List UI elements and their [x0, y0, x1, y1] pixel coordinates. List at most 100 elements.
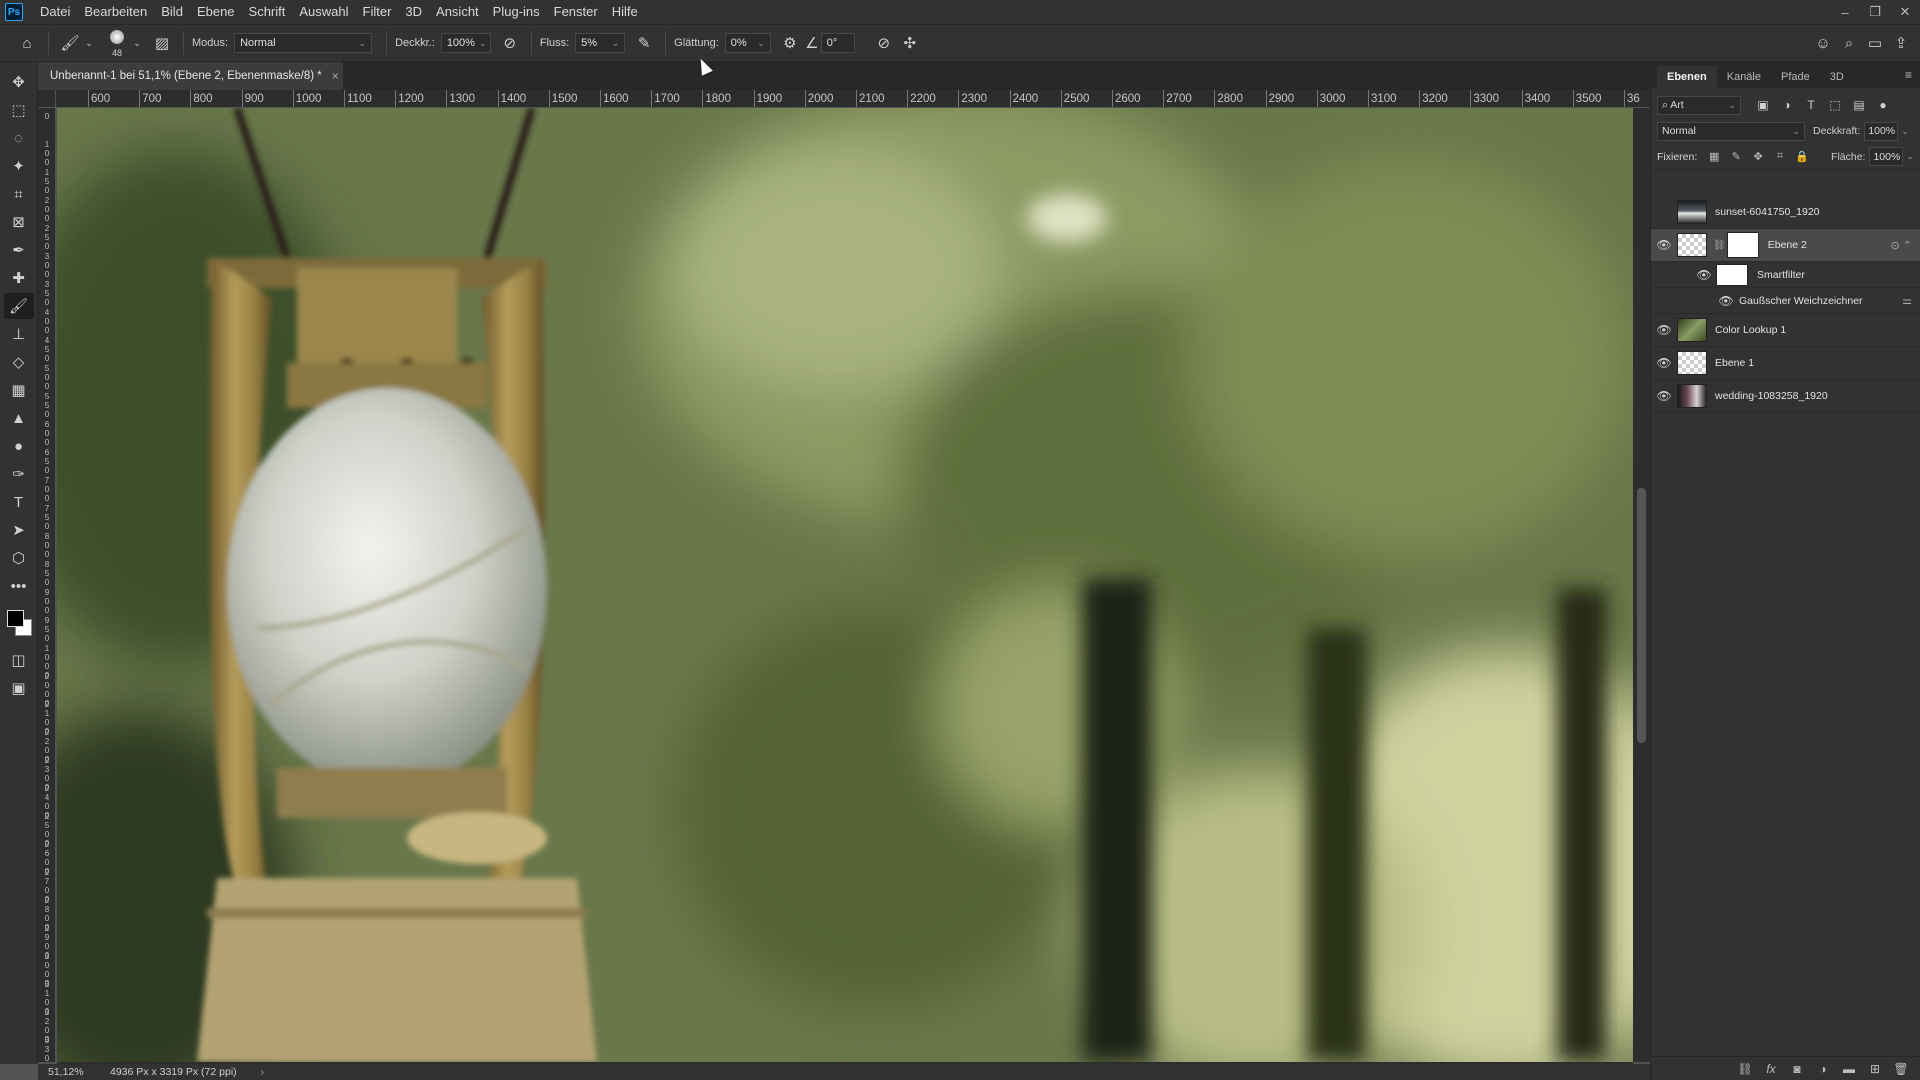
- vertical-scrollbar[interactable]: [1633, 108, 1650, 1062]
- eyedropper-tool-icon[interactable]: ✒: [4, 237, 34, 263]
- gradient-tool-icon[interactable]: ▦: [4, 377, 34, 403]
- menu-bearbeiten[interactable]: Bearbeiten: [77, 0, 154, 24]
- lock-pixels-icon[interactable]: ✎: [1725, 150, 1747, 163]
- layer-mask-thumbnail[interactable]: [1726, 232, 1759, 258]
- opacity-field[interactable]: 100% ⌄: [440, 33, 491, 53]
- pixel-filter-icon[interactable]: ▣: [1751, 98, 1775, 112]
- new-layer-icon[interactable]: ⊞: [1862, 1062, 1888, 1076]
- layer-color-lookup[interactable]: 👁 Color Lookup 1: [1651, 314, 1920, 347]
- type-tool-icon[interactable]: T: [4, 489, 34, 515]
- chevron-down-icon[interactable]: ⌄: [83, 30, 95, 56]
- document-tab[interactable]: Unbenannt-1 bei 51,1% (Ebene 2, Ebenenma…: [38, 62, 343, 90]
- chevron-down-icon[interactable]: ⌄: [1906, 151, 1914, 162]
- mode-dropdown[interactable]: Normal ⌄: [234, 33, 373, 53]
- airbrush-icon[interactable]: ✎: [631, 30, 657, 56]
- eye-icon[interactable]: 👁: [1691, 268, 1717, 282]
- smart-filter-mask-thumbnail[interactable]: [1716, 263, 1748, 286]
- eye-icon[interactable]: 👁: [1651, 389, 1677, 403]
- menu-3d[interactable]: 3D: [398, 0, 429, 24]
- lock-all-icon[interactable]: 🔒: [1791, 150, 1813, 163]
- smart-filter-row[interactable]: 👁 Smartfilter: [1651, 262, 1920, 288]
- trash-icon[interactable]: 🗑: [1888, 1062, 1914, 1076]
- search-icon[interactable]: ⌕: [1836, 30, 1862, 56]
- menu-datei[interactable]: Datei: [33, 0, 77, 24]
- share-user-icon[interactable]: ☺: [1810, 30, 1836, 56]
- menu-schrift[interactable]: Schrift: [242, 0, 293, 24]
- menu-fenster[interactable]: Fenster: [547, 0, 605, 24]
- smart-object-filter-icon[interactable]: ▤: [1847, 98, 1871, 112]
- pressure-opacity-icon[interactable]: ⊘: [497, 30, 523, 56]
- home-icon[interactable]: ⌂: [14, 30, 40, 56]
- menu-filter[interactable]: Filter: [356, 0, 399, 24]
- type-filter-icon[interactable]: T: [1799, 98, 1823, 112]
- group-folder-icon[interactable]: ▬: [1836, 1062, 1862, 1076]
- filter-toggle-icon[interactable]: ●: [1871, 98, 1895, 112]
- filter-kind-dropdown[interactable]: ⌕ Art ⌄: [1657, 95, 1741, 115]
- color-swatches[interactable]: [4, 606, 34, 646]
- link-icon[interactable]: ⛓: [1713, 240, 1726, 251]
- minimize-button[interactable]: –: [1830, 0, 1860, 24]
- brush-preset-picker[interactable]: 48: [103, 28, 131, 58]
- filter-options-icon[interactable]: ⚌: [1902, 294, 1912, 307]
- fill-field[interactable]: 100%: [1869, 147, 1904, 166]
- quick-mask-icon[interactable]: ◫: [4, 647, 34, 673]
- adjustment-layer-icon[interactable]: ◑: [1810, 1062, 1836, 1076]
- lock-artboard-icon[interactable]: ⌗: [1769, 150, 1791, 163]
- layer-sunset[interactable]: ▢ sunset-6041750_1920: [1651, 196, 1920, 229]
- vertical-ruler[interactable]: 0 1 0 01 5 02 0 02 5 03 0 03 5 04 0 04 5 …: [38, 108, 56, 1062]
- magic-wand-tool-icon[interactable]: ✦: [4, 153, 34, 179]
- chevron-right-icon[interactable]: ›: [261, 1066, 265, 1078]
- screen-mode-icon[interactable]: ▣: [4, 675, 34, 701]
- brush-settings-icon[interactable]: ▨: [149, 30, 175, 56]
- pressure-size-icon[interactable]: ⊘: [871, 30, 897, 56]
- move-tool-icon[interactable]: ✥: [4, 69, 34, 95]
- dodge-tool-icon[interactable]: ●: [4, 433, 34, 459]
- smoothing-field[interactable]: 0% ⌄: [724, 33, 771, 53]
- blend-mode-dropdown[interactable]: Normal ⌄: [1657, 121, 1805, 141]
- angle-field[interactable]: 0°: [820, 33, 855, 53]
- chevron-down-icon[interactable]: ⌄: [131, 30, 143, 56]
- foreground-color[interactable]: [6, 610, 24, 627]
- symmetry-icon[interactable]: ✣: [897, 30, 923, 56]
- lock-transparent-icon[interactable]: ▦: [1703, 150, 1725, 163]
- layer-ebene-2[interactable]: 👁 ⛓ Ebene 2 ⊙ ⌃: [1651, 229, 1920, 262]
- workspace-icon[interactable]: ▭: [1862, 30, 1888, 56]
- menu-bild[interactable]: Bild: [154, 0, 190, 24]
- gear-icon[interactable]: ⚙: [777, 30, 803, 56]
- panel-menu-icon[interactable]: ≡: [1905, 68, 1912, 82]
- frame-tool-icon[interactable]: ⊠: [4, 209, 34, 235]
- document-canvas[interactable]: [57, 108, 1633, 1062]
- close-icon[interactable]: ×: [332, 69, 339, 83]
- brush-tool-preset-icon[interactable]: 🖌: [57, 30, 83, 56]
- gaussian-blur-filter-row[interactable]: 👁 Gaußscher Weichzeichner ⚌: [1651, 288, 1920, 314]
- link-layers-icon[interactable]: ⛓: [1732, 1062, 1758, 1076]
- brush-tool-icon[interactable]: 🖌: [3, 293, 34, 319]
- marquee-tool-icon[interactable]: ⬚: [4, 97, 34, 123]
- fx-icon[interactable]: fx: [1758, 1062, 1784, 1076]
- flow-field[interactable]: 5% ⌄: [575, 33, 626, 53]
- stamp-tool-icon[interactable]: ⊥: [4, 321, 34, 347]
- layer-ebene-1[interactable]: 👁 Ebene 1: [1651, 347, 1920, 380]
- eye-icon[interactable]: 👁: [1717, 294, 1735, 308]
- horizontal-ruler[interactable]: 600 700 800 900 1000 1100 1200 1300 1400 1500 1600…: [56, 90, 1650, 108]
- crop-tool-icon[interactable]: ⌗: [4, 181, 34, 207]
- tab-3d[interactable]: 3D: [1820, 66, 1854, 88]
- menu-ebene[interactable]: Ebene: [190, 0, 242, 24]
- layer-wedding[interactable]: 👁 wedding-1083258_1920: [1651, 380, 1920, 413]
- add-mask-icon[interactable]: ◙: [1784, 1062, 1810, 1076]
- chevron-down-icon[interactable]: ⌄: [1901, 126, 1909, 137]
- lock-position-icon[interactable]: ✥: [1747, 150, 1769, 163]
- menu-plugins[interactable]: Plug-ins: [486, 0, 547, 24]
- eye-icon[interactable]: 👁: [1651, 356, 1677, 370]
- eye-icon[interactable]: 👁: [1651, 238, 1677, 252]
- scrollbar-thumb[interactable]: [1637, 488, 1646, 743]
- eraser-tool-icon[interactable]: ◇: [4, 349, 34, 375]
- export-icon[interactable]: ⇪: [1888, 30, 1914, 56]
- path-selection-tool-icon[interactable]: ➤: [4, 517, 34, 543]
- shape-tool-icon[interactable]: ⬡: [4, 545, 34, 571]
- adjustment-filter-icon[interactable]: ◑: [1775, 98, 1799, 112]
- menu-hilfe[interactable]: Hilfe: [605, 0, 645, 24]
- healing-brush-tool-icon[interactable]: ✚: [4, 265, 34, 291]
- shape-filter-icon[interactable]: ⬚: [1823, 98, 1847, 112]
- tab-kanaele[interactable]: Kanäle: [1717, 66, 1771, 88]
